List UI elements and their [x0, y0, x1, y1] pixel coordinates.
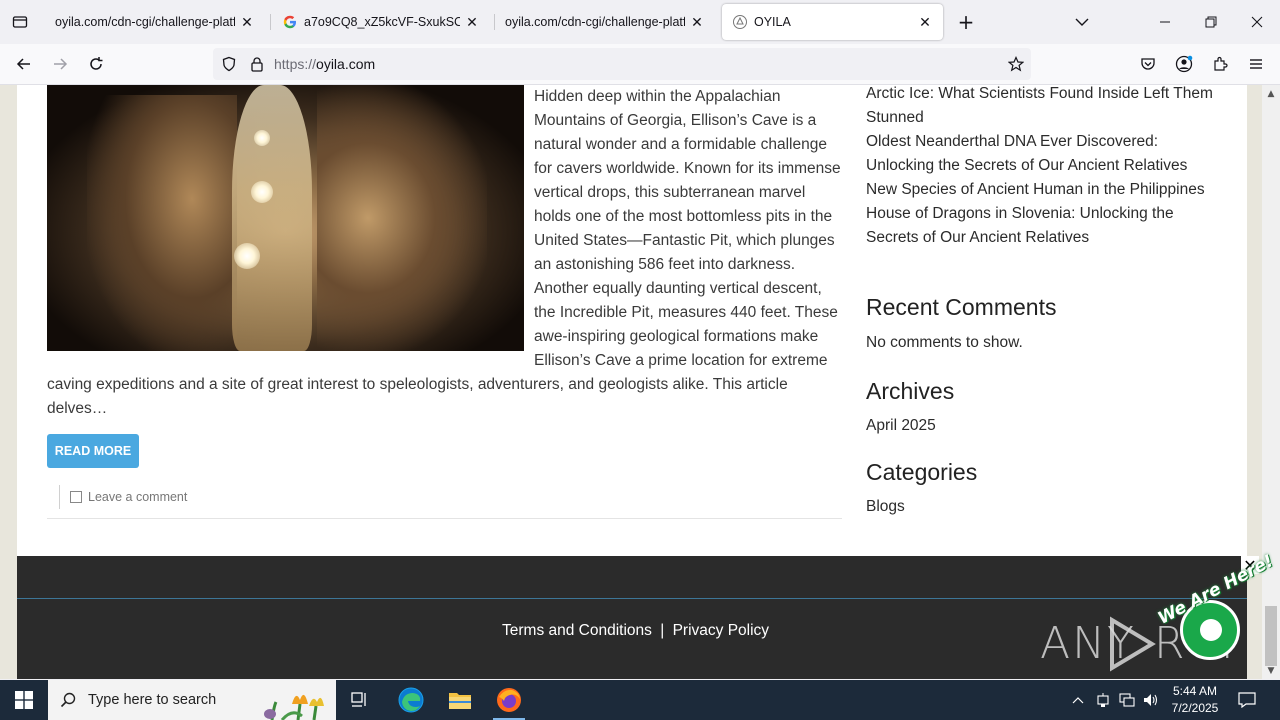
search-placeholder: Type here to search	[88, 692, 217, 708]
task-view-icon[interactable]	[336, 680, 384, 720]
tab-strip: oyila.com/cdn-cgi/challenge-platfor ✕ a7…	[0, 0, 1280, 44]
lock-icon[interactable]	[249, 56, 265, 72]
url-protocol: https://	[274, 56, 317, 72]
image-float-space	[47, 85, 534, 371]
terms-link[interactable]: Terms and Conditions	[502, 622, 652, 639]
tab-title: oyila.com/cdn-cgi/challenge-platfor	[505, 15, 685, 29]
url-host: oyila.com	[316, 56, 376, 72]
tab-title: a7o9CQ8_xZ5kcVF-SxukSCX0hs	[304, 15, 460, 29]
pocket-icon[interactable]	[1136, 52, 1160, 76]
comment-icon	[70, 491, 82, 503]
new-tab-icon[interactable]: +	[954, 10, 978, 34]
window-close-icon[interactable]	[1234, 0, 1280, 44]
read-more-button[interactable]: READ MORE	[47, 434, 139, 468]
tulips-icon	[262, 682, 336, 720]
article-excerpt: Hidden deep within the Appalachian Mount…	[47, 85, 842, 421]
page-viewport: Hidden deep within the Appalachian Mount…	[0, 85, 1262, 679]
tab-separator	[270, 14, 271, 30]
file-explorer-icon[interactable]	[436, 680, 484, 720]
recent-post-link[interactable]: New Species of Ancient Human in the Phil…	[866, 178, 1226, 202]
chevron-down-icon[interactable]	[1070, 10, 1094, 34]
tab-title: OYILA	[754, 15, 791, 29]
archive-link[interactable]: April 2025	[866, 417, 936, 435]
navigation-toolbar: https://oyila.com	[0, 44, 1280, 85]
recent-post-link[interactable]: Arctic Ice: What Scientists Found Inside…	[866, 85, 1226, 130]
network-icon[interactable]	[1119, 692, 1135, 708]
divider	[47, 518, 842, 519]
scroll-up-icon[interactable]: ▲	[1266, 89, 1276, 99]
recent-comments-text: No comments to show.	[866, 334, 1023, 351]
minimize-icon[interactable]	[1142, 0, 1188, 44]
scroll-thumb[interactable]	[1265, 606, 1277, 666]
extensions-icon[interactable]	[1208, 52, 1232, 76]
leave-comment-link[interactable]: Leave a comment	[88, 490, 187, 504]
recent-post-link[interactable]: House of Dragons in Slovenia: Unlocking …	[866, 202, 1226, 250]
category-link[interactable]: Blogs	[866, 498, 905, 516]
edge-browser-icon[interactable]	[387, 680, 435, 720]
recent-posts-list: Arctic Ice: What Scientists Found Inside…	[866, 85, 1226, 250]
clock-time: 5:44 AM	[1172, 684, 1218, 698]
clock-date: 7/2/2025	[1171, 701, 1219, 715]
tab-3[interactable]: oyila.com/cdn-cgi/challenge-platfor ✕	[495, 4, 715, 40]
post-meta: Leave a comment	[59, 485, 187, 509]
search-icon	[48, 692, 88, 708]
device-icon[interactable]	[1095, 692, 1111, 708]
oyila-logo-icon	[732, 14, 748, 30]
forward-arrow-icon[interactable]	[48, 52, 72, 76]
tab-4-active[interactable]: OYILA ✕	[722, 4, 943, 40]
close-icon[interactable]: ✕	[689, 14, 705, 30]
close-icon[interactable]: ✕	[917, 14, 933, 30]
volume-icon[interactable]	[1143, 692, 1159, 708]
privacy-link[interactable]: Privacy Policy	[673, 622, 769, 639]
tab-title: oyila.com/cdn-cgi/challenge-platfor	[55, 15, 235, 29]
tab-1[interactable]: oyila.com/cdn-cgi/challenge-platfor ✕	[45, 4, 265, 40]
close-icon[interactable]: ✕	[464, 14, 480, 30]
recent-post-link[interactable]: Oldest Neanderthal DNA Ever Discovered: …	[866, 130, 1226, 178]
restore-icon[interactable]	[1188, 0, 1234, 44]
firefox-icon[interactable]	[485, 680, 533, 720]
footer-divider	[17, 598, 1247, 599]
shield-icon[interactable]	[221, 56, 237, 72]
system-clock[interactable]: 5:44 AM 7/2/2025	[1162, 683, 1228, 717]
url-text[interactable]: https://oyila.com	[274, 56, 375, 72]
footer-separator: |	[660, 622, 665, 639]
url-bar[interactable]: https://oyila.com	[213, 48, 1031, 80]
tab-list-icon[interactable]	[8, 10, 32, 34]
scroll-down-icon[interactable]: ▼	[1266, 666, 1276, 676]
archives-heading: Archives	[866, 378, 955, 404]
bookmark-star-icon[interactable]	[1008, 56, 1024, 72]
tray-overflow-chevron-icon[interactable]	[1070, 692, 1086, 708]
account-icon[interactable]	[1172, 52, 1196, 76]
windows-start-icon[interactable]	[0, 680, 48, 720]
reload-icon[interactable]	[84, 52, 108, 76]
windows-taskbar: Type here to search 5:44 AM 7/2/2025	[0, 680, 1280, 720]
close-icon[interactable]: ✕	[239, 14, 255, 30]
notification-center-icon[interactable]	[1236, 690, 1258, 710]
google-icon	[282, 14, 298, 30]
categories-heading: Categories	[866, 459, 978, 485]
footer-links: Terms and Conditions | Privacy Policy	[500, 622, 771, 640]
back-arrow-icon[interactable]	[12, 52, 36, 76]
vertical-scrollbar[interactable]: ▲ ▼	[1262, 85, 1280, 679]
menu-icon[interactable]	[1244, 52, 1268, 76]
recent-comments-heading: Recent Comments	[866, 294, 1057, 320]
taskbar-search[interactable]: Type here to search	[48, 680, 336, 720]
tab-2[interactable]: a7o9CQ8_xZ5kcVF-SxukSCX0hs ✕	[272, 4, 490, 40]
